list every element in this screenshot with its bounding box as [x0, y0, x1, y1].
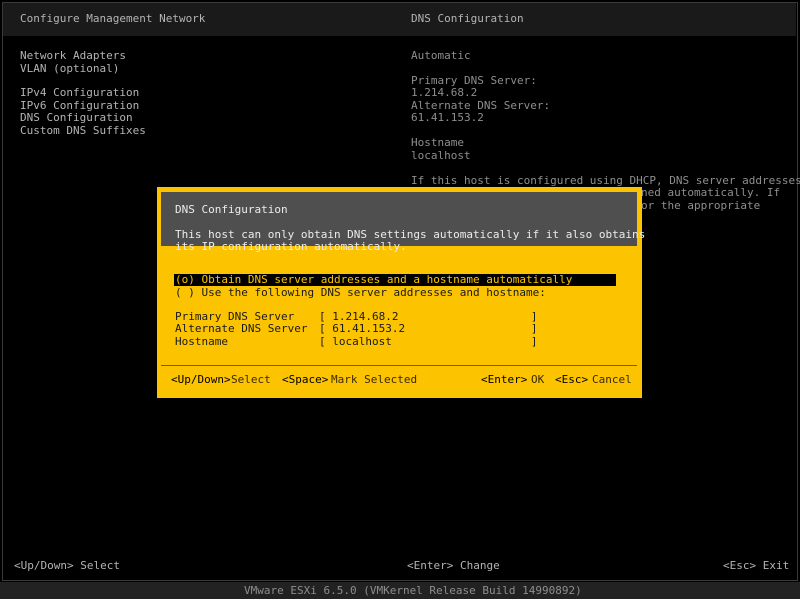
status-bar: VMware ESXi 6.5.0 (VMKernel Release Buil… — [0, 582, 800, 599]
option-use-following[interactable]: ( ) Use the following DNS server address… — [175, 286, 546, 300]
footer-exit-hint[interactable]: <Esc> Exit — [723, 559, 789, 573]
panel-title: DNS Configuration — [411, 12, 524, 25]
hostname-field[interactable]: [ localhost ] — [319, 335, 538, 349]
option-obtain-automatically[interactable]: (o) Obtain DNS server addresses and a ho… — [175, 273, 572, 287]
dialog-header: DNS Configuration This host can only obt… — [161, 192, 645, 253]
dns-mode: Automatic — [411, 49, 471, 62]
alternate-dns-field-label: Alternate DNS Server — [175, 322, 308, 335]
screen-title: Configure Management Network — [20, 12, 206, 25]
dhcp-note-line3: or the appropriate — [641, 199, 761, 212]
dialog-key-esc[interactable]: <Esc> — [555, 373, 588, 387]
dialog-footer: <Up/Down> Select <Space> Mark Selected <… — [161, 365, 637, 395]
dialog-key-esc-label: Cancel — [592, 373, 632, 386]
dialog-key-up-down-label: Select — [231, 373, 271, 386]
dialog-key-space-label: Mark Selected — [331, 373, 418, 386]
footer-select-hint[interactable]: <Up/Down> Select — [14, 559, 120, 573]
menu-item-dns[interactable]: DNS Configuration — [20, 111, 133, 125]
dialog-key-enter-label: OK — [531, 373, 545, 386]
hostname-value: localhost — [411, 149, 471, 162]
hostname-label: Hostname — [411, 136, 464, 149]
dns-configuration-dialog: DNS Configuration This host can only obt… — [157, 187, 645, 398]
dialog-description-line2: its IP configuration automatically. — [175, 240, 407, 253]
menu-item-vlan[interactable]: VLAN (optional) — [20, 62, 119, 76]
primary-dns-value: 1.214.68.2 — [411, 86, 478, 99]
dialog-key-space[interactable]: <Space> — [282, 373, 328, 387]
version-text: VMware ESXi 6.5.0 (VMKernel Release Buil… — [244, 584, 582, 597]
alternate-dns-value: 61.41.153.2 — [411, 111, 484, 124]
menu-item-dns-suffixes[interactable]: Custom DNS Suffixes — [20, 124, 146, 138]
footer-change-hint[interactable]: <Enter> Change — [407, 559, 500, 573]
dialog-title: DNS Configuration — [175, 203, 288, 216]
dialog-key-enter[interactable]: <Enter> — [481, 373, 527, 387]
hostname-field-label: Hostname — [175, 335, 228, 348]
menu-item-network-adapters[interactable]: Network Adapters — [20, 49, 126, 63]
menu-item-ipv4[interactable]: IPv4 Configuration — [20, 86, 139, 100]
dhcp-note-line2: ned automatically. If — [641, 186, 781, 199]
alternate-dns-field[interactable]: [ 61.41.153.2 ] — [319, 322, 538, 336]
dialog-key-up-down[interactable]: <Up/Down> — [171, 373, 231, 387]
